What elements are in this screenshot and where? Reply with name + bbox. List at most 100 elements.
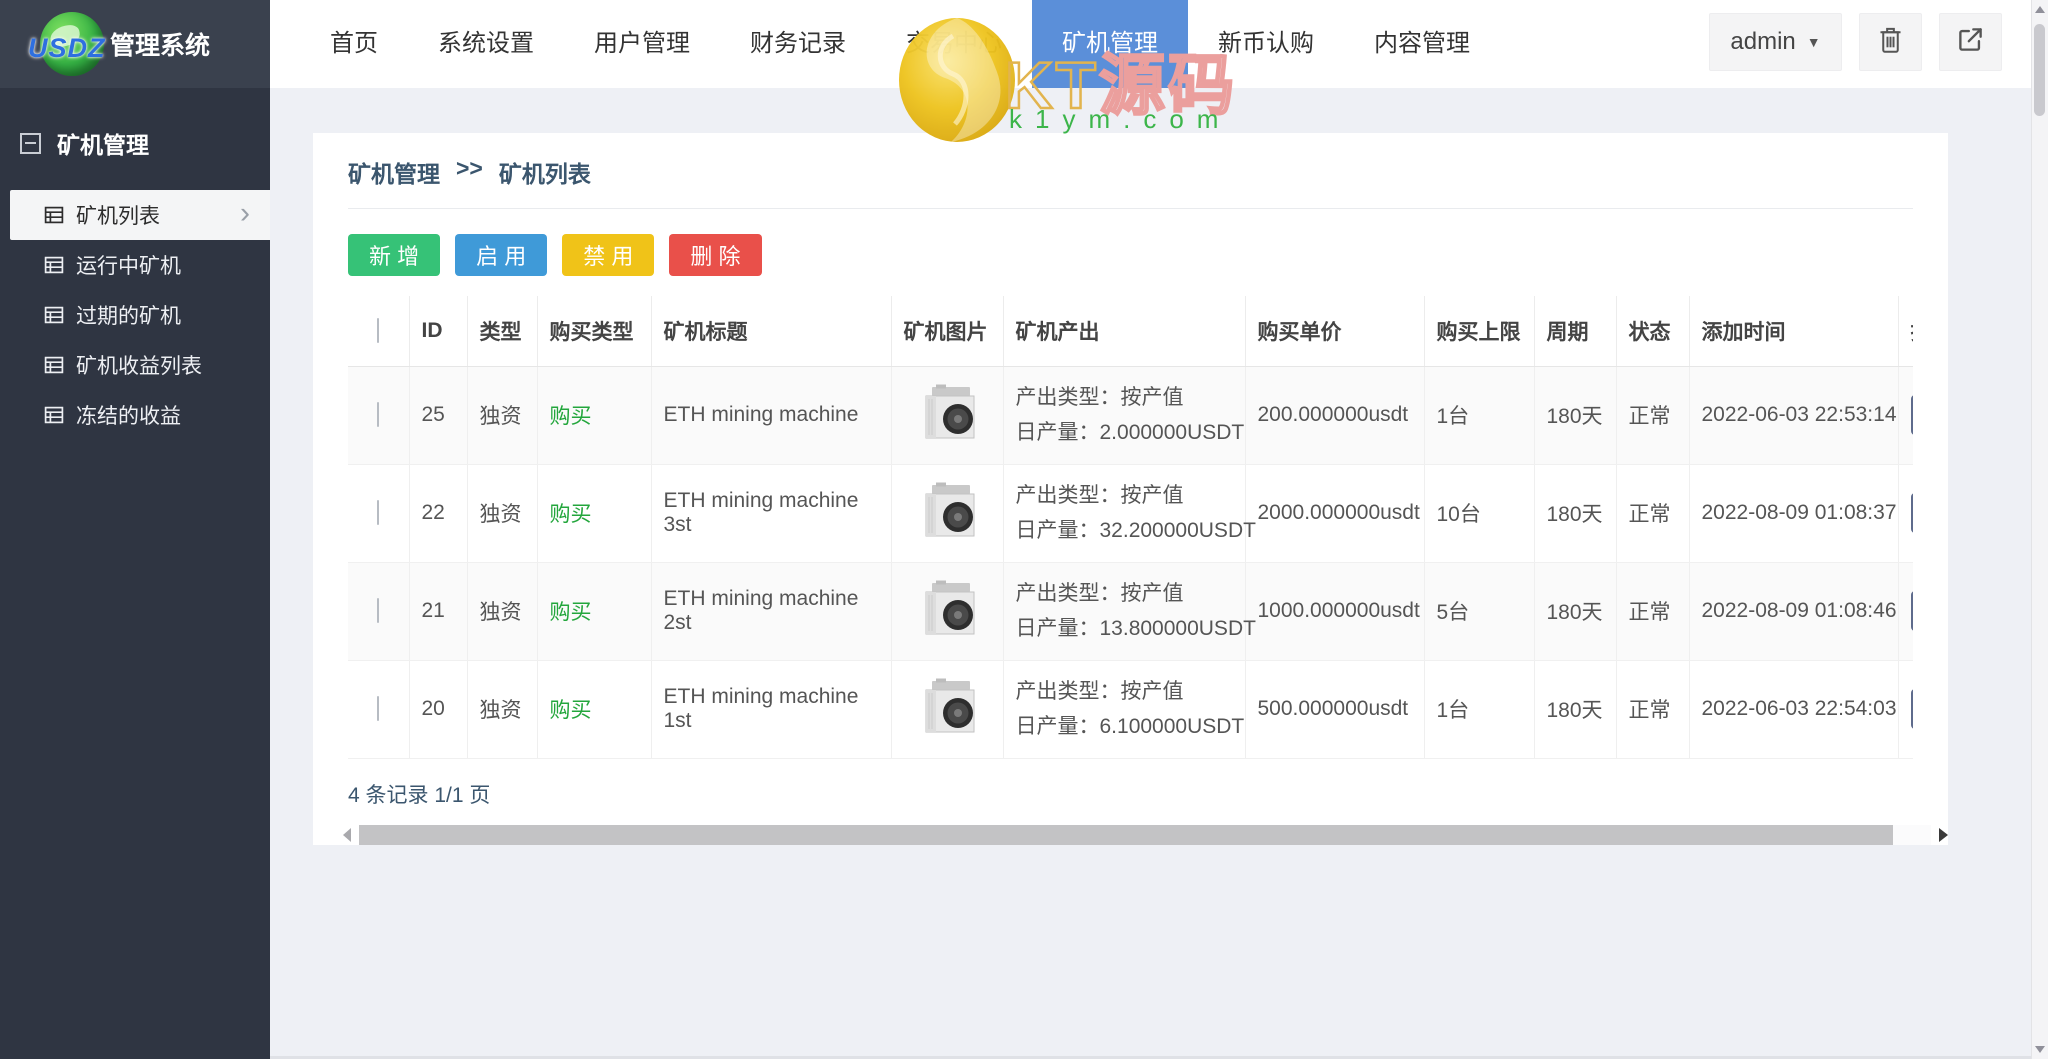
row-checkbox[interactable] [377,696,380,721]
cell-type: 独资 [467,464,538,563]
trash-icon [1877,25,1904,59]
sidebar-item-running-miners[interactable]: 运行中矿机 [0,240,270,290]
col-header-title: 矿机标题 [651,296,892,367]
sidebar-section-header[interactable]: 矿机管理 [0,88,270,190]
table-row: 22 独资 购买 ETH mining machine 3st 产出类型：按产值… [348,464,1913,563]
admin-dropdown[interactable]: admin ▼ [1709,13,1842,71]
cell-output-type: 产出类型：按产值 [1015,484,1184,507]
nav-item-miner-management[interactable]: 矿机管理 [1032,0,1188,88]
nav-item-system-settings[interactable]: 系统设置 [408,0,564,88]
vertical-scrollbar[interactable] [2031,0,2048,1059]
cell-daily-output: 日产量：6.100000USDT [1015,715,1245,738]
row-checkbox[interactable] [377,402,380,427]
brand-logo: USDZ [28,9,108,79]
vertical-scroll-thumb[interactable] [2034,24,2045,116]
col-header-buy-type: 购买类型 [537,296,652,367]
enable-button[interactable]: 启 用 [455,234,548,276]
sidebar-item-label: 矿机收益列表 [76,355,202,378]
scroll-down-arrow-icon[interactable] [2035,1046,2045,1053]
nav-item-home[interactable]: 首页 [300,0,408,88]
cell-status: 正常 [1616,366,1690,465]
nav-item-user-management[interactable]: 用户管理 [564,0,720,88]
sidebar-item-label: 冻结的收益 [76,405,181,428]
cell-added: 2022-08-09 01:08:46 [1689,562,1899,661]
scroll-up-arrow-icon[interactable] [2035,6,2045,13]
col-header-id: ID [409,296,468,367]
select-all-checkbox[interactable] [377,317,380,343]
admin-label: admin [1730,28,1796,55]
delete-button[interactable]: 删 除 [669,234,762,276]
cell-daily-output: 日产量：13.800000USDT [1015,617,1256,640]
edit-button[interactable]: 编辑 [1910,689,1913,729]
collapse-minus-icon[interactable] [20,132,41,154]
toolbar: 新 增 启 用 禁 用 删 除 [348,234,1913,276]
col-header-status: 状态 [1616,296,1690,367]
logout-icon [1957,26,1984,58]
horizontal-scrollbar[interactable] [343,824,1948,846]
col-header-output: 矿机产出 [1003,296,1246,367]
cell-limit: 1台 [1424,366,1535,465]
add-button[interactable]: 新 增 [348,234,441,276]
miner-table-wrap: ID 类型 购买类型 矿机标题 矿机图片 矿机产出 购买单价 购买上限 周期 状… [348,296,1913,759]
miner-photo [904,677,1003,741]
row-checkbox[interactable] [377,500,380,525]
cell-type: 独资 [467,660,538,759]
col-header-price: 购买单价 [1245,296,1425,367]
nav-item-content-management[interactable]: 内容管理 [1344,0,1500,88]
scroll-left-arrow-icon[interactable] [343,827,351,842]
edit-button[interactable]: 编辑 [1910,591,1913,631]
nav-item-trade-center[interactable]: 交易中心 [876,0,1032,88]
col-header-type: 类型 [467,296,538,367]
sidebar-item-expired-miners[interactable]: 过期的矿机 [0,290,270,340]
logout-button[interactable] [1939,13,2002,71]
cell-output-type: 产出类型：按产值 [1015,386,1184,409]
list-icon [44,305,64,325]
brand-title: 管理系统 [110,32,211,60]
horizontal-scroll-thumb[interactable] [359,824,1894,845]
list-icon [44,255,64,275]
cell-daily-output: 日产量：2.000000USDT [1015,421,1245,444]
nav-item-newcoin-subscription[interactable]: 新币认购 [1188,0,1344,88]
clear-cache-button[interactable] [1859,13,1922,71]
col-header-cycle: 周期 [1534,296,1617,367]
sidebar-item-frozen-income[interactable]: 冻结的收益 [0,390,270,440]
cell-added: 2022-06-03 22:54:03 [1689,660,1899,759]
breadcrumb: 矿机管理 >> 矿机列表 [348,133,1913,189]
nav-right-controls: admin ▼ [1709,13,2002,71]
cell-cycle: 180天 [1534,660,1617,759]
sidebar-item-miner-income-list[interactable]: 矿机收益列表 [0,340,270,390]
top-navbar: USDZ 管理系统 首页 系统设置 用户管理 财务记录 交易中心 矿机管理 新币… [0,0,2031,88]
list-icon [44,405,64,425]
cell-buy-type: 购买 [537,562,652,661]
chevron-down-icon: ▼ [1806,34,1821,50]
cell-cycle: 180天 [1534,464,1617,563]
miner-photo [904,579,1003,643]
nav-item-finance-records[interactable]: 财务记录 [720,0,876,88]
cell-id: 25 [409,366,468,465]
row-checkbox[interactable] [377,598,380,623]
table-row: 25 独资 购买 ETH mining machine 产出类型：按产值 日产量… [348,366,1913,465]
scroll-right-arrow-icon[interactable] [1939,827,1948,842]
horizontal-scroll-track[interactable] [359,824,1931,845]
disable-button[interactable]: 禁 用 [562,234,655,276]
pagination-summary: 4 条记录 1/1 页 [348,783,491,807]
cell-id: 21 [409,562,468,661]
cell-price: 200.000000usdt [1245,366,1425,465]
edit-button[interactable]: 编辑 [1910,493,1913,533]
col-header-added: 添加时间 [1689,296,1899,367]
edit-button[interactable]: 编辑 [1910,395,1913,435]
col-header-limit: 购买上限 [1424,296,1535,367]
chevron-right-icon: › [240,196,250,230]
sidebar-item-miner-list[interactable]: 矿机列表 › [10,190,270,240]
breadcrumb-current: 矿机列表 [498,161,591,187]
sidebar-item-label: 矿机列表 [76,205,160,228]
brand-logo-text: USDZ [28,33,106,63]
cell-added: 2022-06-03 22:53:14 [1689,366,1899,465]
table-row: 21 独资 购买 ETH mining machine 2st 产出类型：按产值… [348,562,1913,661]
col-header-image: 矿机图片 [891,296,1004,367]
cell-id: 22 [409,464,468,563]
breadcrumb-separator: >> [456,155,483,181]
brand: USDZ 管理系统 [0,0,270,88]
sidebar: 矿机管理 矿机列表 › 运行中矿机 过期的矿机 矿机收益列表 冻结的收益 [0,88,270,1059]
cell-status: 正常 [1616,464,1690,563]
